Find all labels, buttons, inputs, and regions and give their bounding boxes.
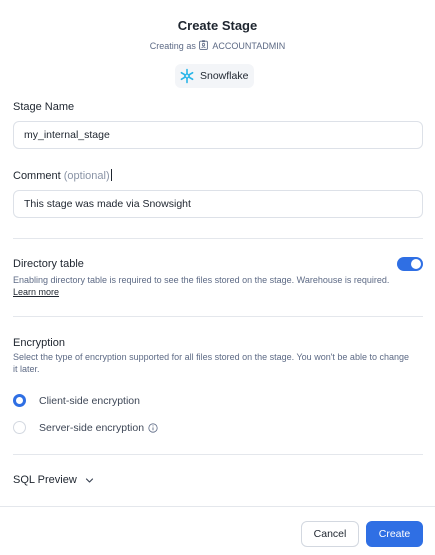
learn-more-link[interactable]: Learn more — [13, 287, 59, 297]
directory-table-help-text: Enabling directory table is required to … — [13, 275, 390, 285]
chevron-down-icon — [85, 477, 93, 483]
creating-as-line: Creating as ACCOUNTADMIN — [0, 40, 435, 51]
radio-label: Client-side encryption — [39, 394, 140, 407]
create-button[interactable]: Create — [366, 521, 423, 547]
stage-name-label: Stage Name — [13, 101, 75, 113]
comment-label: Comment (optional) — [13, 169, 112, 182]
toggle-knob — [411, 259, 421, 269]
sql-preview-label: SQL Preview — [13, 474, 77, 486]
radio-button[interactable] — [13, 421, 26, 434]
encryption-help: Select the type of encryption supported … — [13, 352, 409, 374]
stage-name-input[interactable] — [13, 121, 423, 149]
info-icon[interactable] — [148, 422, 158, 433]
sql-preview-toggle[interactable]: SQL Preview — [13, 474, 94, 486]
snowflake-icon — [180, 68, 194, 84]
cancel-button[interactable]: Cancel — [301, 521, 359, 547]
divider — [13, 316, 423, 317]
account-chip[interactable]: Snowflake — [175, 64, 255, 88]
dialog-title: Create Stage — [177, 18, 258, 33]
footer-divider — [0, 506, 435, 507]
directory-table-toggle[interactable] — [397, 257, 423, 271]
directory-table-help: Enabling directory table is required to … — [13, 275, 413, 298]
comment-optional-hint: (optional) — [63, 170, 110, 182]
account-name: Snowflake — [200, 70, 249, 82]
text-cursor — [110, 169, 112, 181]
radio-client-side-encryption[interactable]: Client-side encryption — [13, 394, 140, 407]
id-badge-icon — [199, 40, 209, 50]
radio-server-side-encryption[interactable]: Server-side encryption — [13, 421, 158, 434]
creating-as-prefix: Creating as — [149, 41, 196, 51]
directory-table-title: Directory table — [13, 258, 84, 270]
radio-button-checked[interactable] — [13, 394, 26, 407]
encryption-title: Encryption — [13, 337, 65, 349]
divider — [13, 238, 423, 239]
comment-label-text: Comment — [13, 170, 61, 182]
divider — [13, 454, 423, 455]
comment-input[interactable] — [13, 190, 423, 218]
role-name: ACCOUNTADMIN — [212, 41, 286, 51]
radio-label: Server-side encryption — [39, 421, 145, 434]
